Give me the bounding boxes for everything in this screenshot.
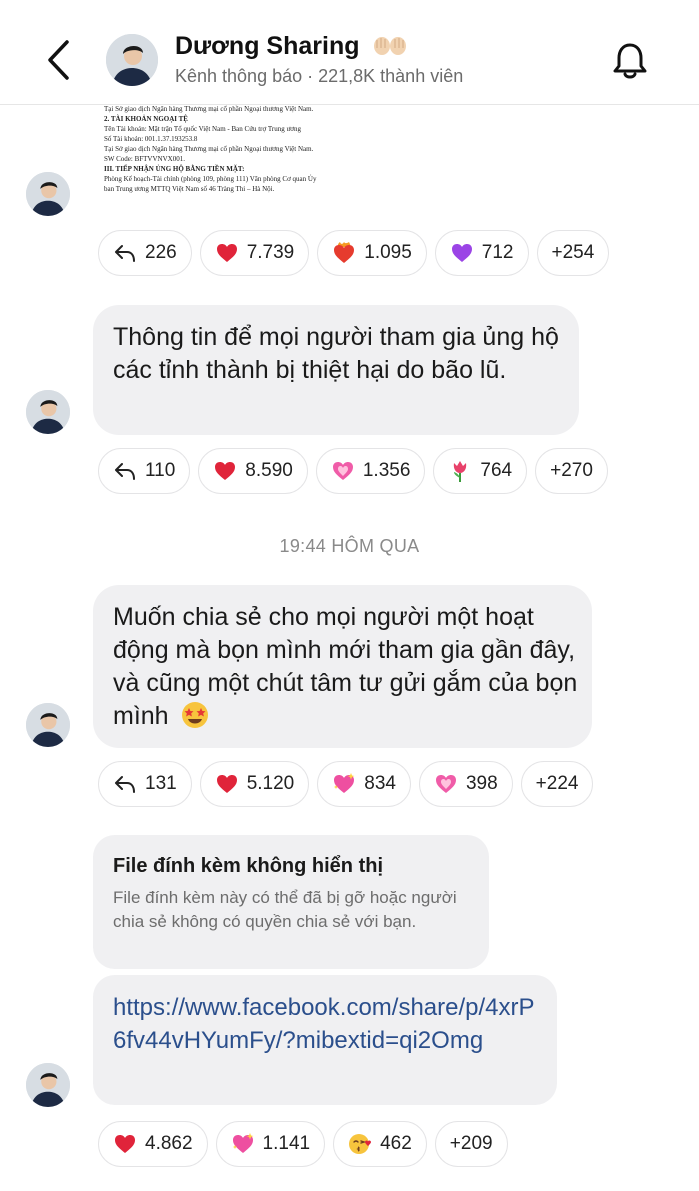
- channel-avatar[interactable]: [106, 34, 158, 86]
- channel-subtitle: Kênh thông báo · 221,8K thành viên: [175, 66, 464, 86]
- channel-name[interactable]: Dương Sharing: [175, 32, 408, 61]
- attachment-unavailable-card[interactable]: File đính kèm không hiển thị File đính k…: [93, 835, 489, 969]
- sender-avatar[interactable]: [26, 703, 70, 747]
- reaction-tulip[interactable]: 764: [433, 448, 528, 494]
- open-hands-icon: [372, 34, 408, 56]
- sparkling-heart-icon: [332, 772, 356, 796]
- reaction-growing-heart[interactable]: 398: [418, 761, 513, 807]
- heart-icon: [113, 1132, 137, 1156]
- attachment-title: File đính kèm không hiển thị: [113, 855, 384, 877]
- reaction-heart[interactable]: 4.862: [98, 1121, 208, 1167]
- doc-line: 2. TÀI KHOẢN NGOẠI TỆ: [104, 115, 188, 123]
- reaction-bar: 131 5.120 834 398 +224: [98, 761, 594, 811]
- sender-avatar[interactable]: [26, 172, 70, 216]
- reaction-heart[interactable]: 8.590: [198, 448, 308, 494]
- doc-line: Tên Tài khoản: Mặt trận Tổ quốc Việt Nam…: [104, 125, 301, 133]
- reaction-bar: 110 8.590 1.356 764 +270: [98, 448, 608, 498]
- message-text: Thông tin để mọi người tham gia ủng hộ c…: [113, 323, 559, 384]
- message-bubble[interactable]: Thông tin để mọi người tham gia ủng hộ c…: [93, 305, 579, 435]
- reaction-bar: 226 7.739 1.095 712 +254: [98, 230, 610, 280]
- reaction-bar: 4.862 1.141 462 +209: [98, 1121, 508, 1171]
- message-bubble[interactable]: Muốn chia sẻ cho mọi người một hoạt động…: [93, 585, 592, 748]
- star-struck-icon: [180, 700, 210, 730]
- reply-icon: [113, 772, 137, 796]
- reaction-purple-heart[interactable]: 712: [434, 230, 529, 276]
- heart-icon: [213, 459, 237, 483]
- reaction-sparkling-heart[interactable]: 1.141: [215, 1121, 326, 1167]
- face-blowing-kiss-icon: [348, 1132, 372, 1156]
- reply-count-button[interactable]: 131: [98, 761, 192, 807]
- doc-line: Tại Sở giao dịch Ngân hàng Thương mại cổ…: [104, 105, 314, 113]
- growing-heart-icon: [434, 772, 458, 796]
- reaction-heart-on-fire[interactable]: 1.095: [317, 230, 427, 276]
- reaction-face-blowing-kiss[interactable]: 462: [333, 1121, 427, 1167]
- more-reactions-button[interactable]: +254: [536, 230, 610, 276]
- doc-line: Số Tài khoản: 001.1.37.193253.8: [104, 135, 198, 143]
- reaction-growing-heart[interactable]: 1.356: [315, 448, 426, 494]
- sparkling-heart-icon: [231, 1132, 255, 1156]
- doc-line: ban Trung ương MTTQ Việt Nam số 46 Tràng…: [104, 185, 275, 193]
- doc-line: Tại Sở giao dịch Ngân hàng Thương mại cổ…: [104, 145, 314, 153]
- notification-button[interactable]: [610, 40, 650, 82]
- back-button[interactable]: [40, 36, 80, 84]
- shared-link[interactable]: https://www.facebook.com/share/p/4xrP6fv…: [113, 991, 543, 1057]
- heart-icon: [215, 772, 239, 796]
- reply-count-button[interactable]: 110: [98, 448, 191, 494]
- reaction-heart[interactable]: 5.120: [199, 761, 310, 807]
- reply-icon: [113, 459, 137, 483]
- time-separator: 19:44 HÔM QUA: [279, 536, 420, 556]
- reply-icon: [113, 241, 137, 265]
- reaction-heart[interactable]: 7.739: [199, 230, 310, 276]
- heart-on-fire-icon: [332, 241, 356, 265]
- more-reactions-button[interactable]: +224: [520, 761, 594, 807]
- heart-icon: [215, 241, 239, 265]
- doc-line: III. TIẾP NHẬN ỦNG HỘ BẰNG TIỀN MẶT:: [104, 165, 245, 173]
- chevron-left-icon: [48, 40, 69, 80]
- tulip-icon: [448, 459, 472, 483]
- purple-heart-icon: [450, 241, 474, 265]
- reply-count-button[interactable]: 226: [98, 230, 192, 276]
- link-message-bubble[interactable]: https://www.facebook.com/share/p/4xrP6fv…: [93, 975, 557, 1105]
- sender-avatar[interactable]: [26, 1063, 70, 1107]
- bell-icon: [613, 43, 647, 79]
- more-reactions-button[interactable]: +270: [535, 448, 608, 494]
- document-image[interactable]: Tại Sở giao dịch Ngân hàng Thương mại cổ…: [104, 104, 344, 214]
- attachment-description: File đính kèm này có thể đã bị gỡ hoặc n…: [113, 888, 457, 931]
- doc-line: SW Code: BFTVVNVX001.: [104, 155, 185, 163]
- sender-avatar[interactable]: [26, 390, 70, 434]
- message-text: Muốn chia sẻ cho mọi người một hoạt động…: [113, 601, 583, 733]
- channel-header: Dương Sharing Kênh thông báo · 221,8K th…: [0, 0, 699, 105]
- growing-heart-icon: [331, 459, 355, 483]
- more-reactions-button[interactable]: +209: [434, 1121, 508, 1167]
- doc-line: Phòng Kế hoạch-Tài chính (phòng 109, phò…: [104, 175, 317, 183]
- reaction-sparkling-heart[interactable]: 834: [317, 761, 411, 807]
